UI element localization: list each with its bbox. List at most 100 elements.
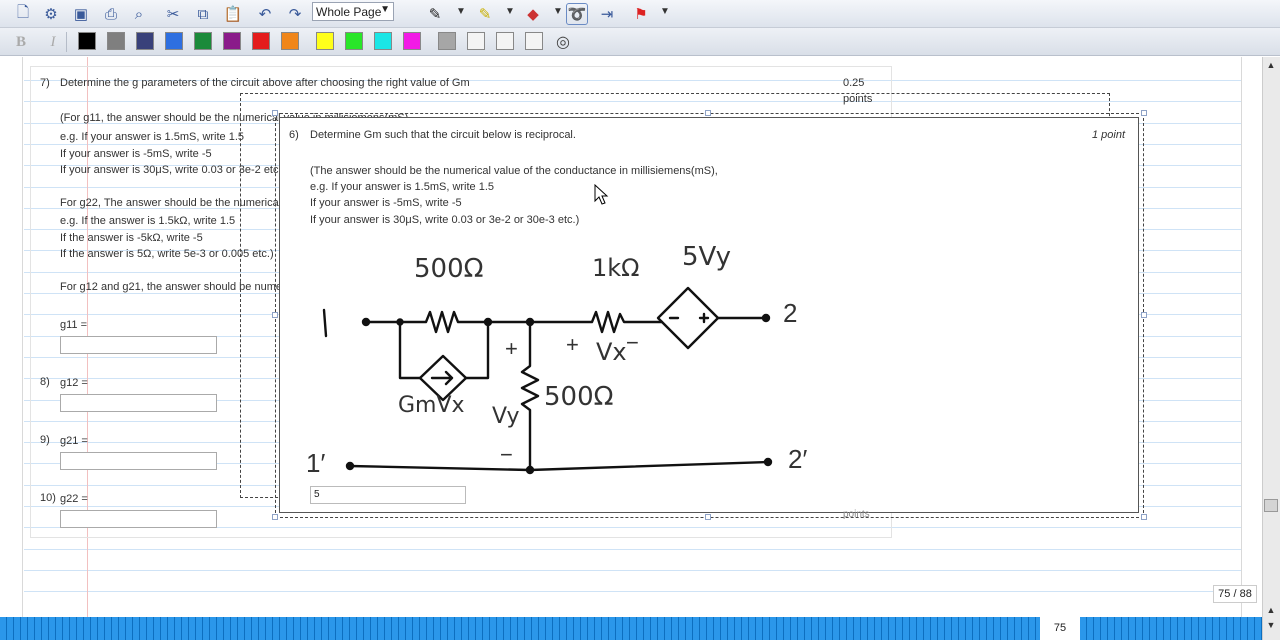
label-port-2: 2	[783, 298, 798, 328]
vx-minus-sign: −	[626, 330, 639, 355]
resize-handle[interactable]	[1141, 110, 1147, 116]
mouse-cursor-icon	[594, 184, 609, 205]
italic-icon[interactable]: I	[42, 31, 64, 53]
color-swatch[interactable]	[374, 32, 392, 50]
color-swatch[interactable]	[136, 32, 154, 50]
label-gmvx: GmVx	[398, 393, 465, 418]
label-1k: 1kΩ	[592, 254, 640, 282]
g11-example-2: If your answer is -5mS, write -5	[60, 148, 212, 160]
save-icon[interactable]: ▣	[70, 3, 92, 25]
format-toolbar: B I	[0, 28, 1280, 56]
wire-cs-right	[464, 320, 490, 380]
color-swatch[interactable]	[223, 32, 241, 50]
scroll-up-icon[interactable]: ▲	[1264, 60, 1278, 72]
vy-minus-sign: −	[500, 442, 513, 467]
page-ticks-left[interactable]	[0, 617, 1040, 640]
ruled-line	[24, 549, 1242, 550]
page-edge-right	[1241, 57, 1242, 617]
g11-answer-input[interactable]	[60, 336, 217, 354]
pen-icon[interactable]: ✎	[424, 3, 446, 25]
color-swatch[interactable]	[194, 32, 212, 50]
dcs-arrow	[430, 370, 454, 386]
lasso-icon[interactable]: ➰	[566, 3, 588, 25]
redo-icon[interactable]: ↷	[284, 3, 306, 25]
copy-icon[interactable]: ⧉	[192, 3, 214, 25]
circuit-diagram	[322, 286, 773, 475]
search-icon[interactable]: ⌕	[128, 3, 150, 25]
cut-icon[interactable]: ✂	[162, 3, 184, 25]
scroll-down-icon[interactable]: ▼	[1264, 620, 1278, 632]
pen-dropdown-icon[interactable]: ▼	[456, 6, 466, 17]
vy-plus-sign: +	[505, 336, 518, 361]
chevron-down-icon: ▼	[380, 4, 390, 15]
resistor-500-shunt	[520, 320, 540, 472]
page-number-input[interactable]: 75	[1040, 617, 1080, 640]
g22-answer-input[interactable]	[60, 510, 217, 528]
page-edge-left	[22, 57, 23, 617]
insert-icon[interactable]: ⚙	[40, 3, 62, 25]
color-swatch[interactable]	[252, 32, 270, 50]
question-6-answer-value: 5	[314, 489, 320, 500]
port-1p-terminal	[345, 461, 355, 471]
g11-example-1: e.g. If your answer is 1.5mS, write 1.5	[60, 131, 245, 143]
g12-answer-input[interactable]	[60, 394, 217, 412]
color-swatch[interactable]	[438, 32, 456, 50]
vertical-scrollbar[interactable]	[1262, 57, 1280, 640]
resize-handle[interactable]	[1141, 312, 1147, 318]
insert-space-icon[interactable]: ⇥	[596, 3, 618, 25]
label-500-top: 500Ω	[414, 254, 484, 284]
resize-handle[interactable]	[705, 514, 711, 520]
eraser-dropdown-icon[interactable]: ▼	[553, 6, 563, 17]
resize-handle[interactable]	[272, 110, 278, 116]
ruled-line	[24, 591, 1242, 592]
color-swatch[interactable]	[525, 32, 543, 50]
page-ticks-right[interactable]	[1080, 617, 1262, 640]
paste-icon[interactable]: 📋	[222, 3, 244, 25]
color-swatch[interactable]	[496, 32, 514, 50]
question-7-number: 7)	[40, 77, 50, 89]
toolbar-divider	[66, 32, 67, 52]
g12-label: g12 =	[60, 377, 88, 389]
question-6-answer-input[interactable]: 5	[310, 486, 466, 504]
undo-icon[interactable]: ↶	[254, 3, 276, 25]
page-counter: 75 / 88	[1213, 585, 1257, 603]
vx-plus-sign: +	[566, 332, 579, 357]
g22-example-1: e.g. If the answer is 1.5kΩ, write 1.5	[60, 215, 236, 227]
zoom-value: Whole Page	[316, 5, 382, 19]
label-5vy: 5Vy	[682, 242, 732, 272]
wire-cs-left	[398, 320, 422, 380]
dvs-signs	[668, 312, 710, 324]
color-swatch[interactable]	[281, 32, 299, 50]
bold-icon[interactable]: B	[10, 31, 32, 53]
label-port-2p: 2′	[788, 444, 808, 474]
wire-bottom	[348, 460, 770, 472]
color-swatch[interactable]	[78, 32, 96, 50]
color-swatch[interactable]	[467, 32, 485, 50]
scroll-top-icon[interactable]: ▲	[1264, 605, 1278, 617]
question-6-panel[interactable]: 6) Determine Gm such that the circuit be…	[279, 117, 1139, 513]
print-icon[interactable]: ⎙	[100, 3, 122, 25]
scroll-thumb[interactable]	[1264, 499, 1278, 512]
port-1-terminal	[361, 317, 371, 327]
resize-handle[interactable]	[272, 514, 278, 520]
question-9-number: 9)	[40, 434, 50, 446]
flag-dropdown-icon[interactable]: ▼	[660, 6, 670, 17]
g21-answer-input[interactable]	[60, 452, 217, 470]
highlighter-dropdown-icon[interactable]: ▼	[505, 6, 515, 17]
ruled-line	[24, 570, 1242, 571]
color-palette-icon[interactable]: ◎	[552, 31, 574, 53]
resize-handle[interactable]	[272, 312, 278, 318]
resize-handle[interactable]	[705, 110, 711, 116]
flag-icon[interactable]: ⚑	[630, 3, 652, 25]
color-swatch[interactable]	[107, 32, 125, 50]
resize-handle[interactable]	[1141, 514, 1147, 520]
highlighter-icon[interactable]: ✎	[474, 3, 496, 25]
color-swatch[interactable]	[403, 32, 421, 50]
color-swatch[interactable]	[345, 32, 363, 50]
question-8-number: 8)	[40, 376, 50, 388]
color-swatch[interactable]	[165, 32, 183, 50]
eraser-icon[interactable]: ◆	[522, 3, 544, 25]
new-page-icon[interactable]: 🗋	[12, 3, 34, 25]
color-swatch[interactable]	[316, 32, 334, 50]
zoom-select[interactable]: Whole Page ▼	[312, 2, 394, 21]
